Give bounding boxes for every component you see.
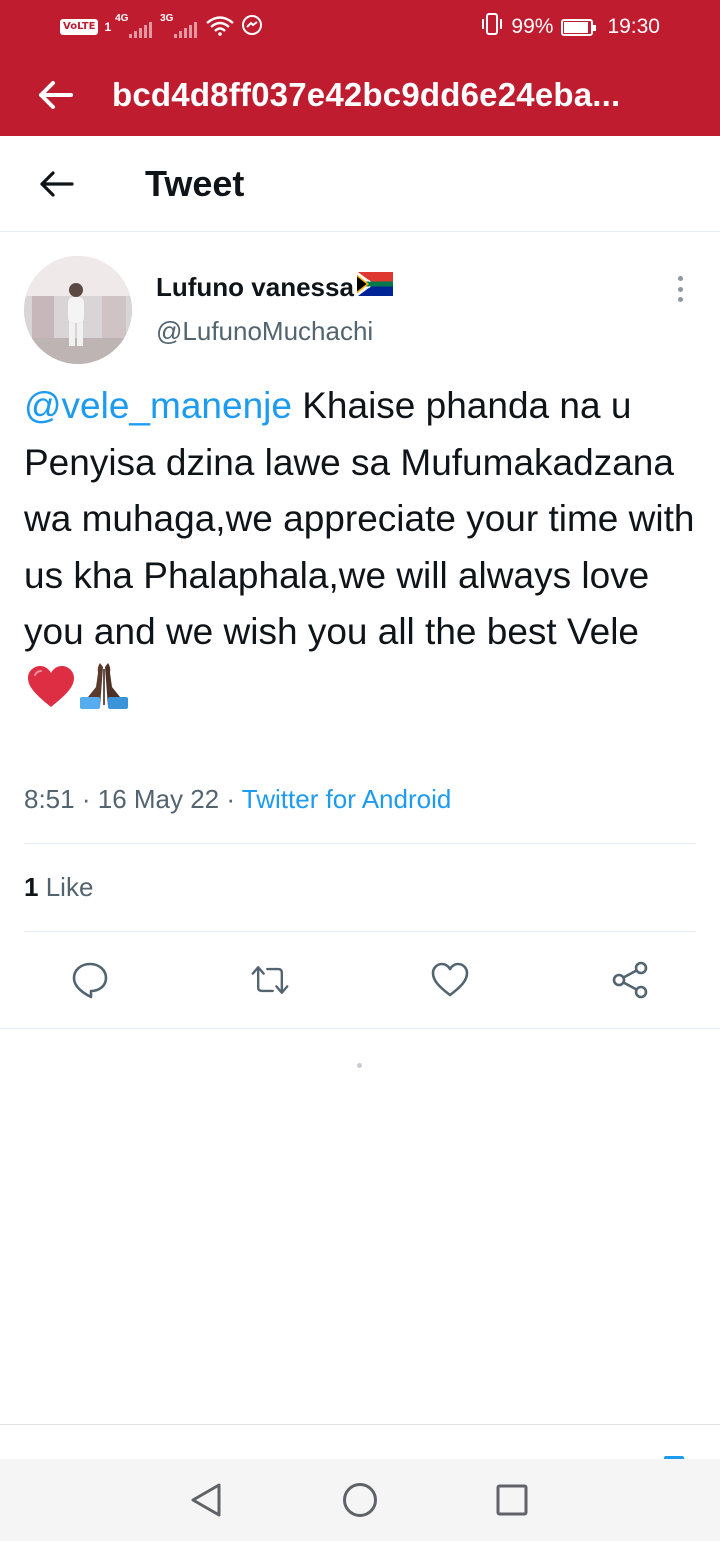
avatar[interactable] [24, 256, 132, 364]
folded-hands-icon [78, 661, 130, 726]
tweet-header: Tweet [0, 136, 720, 232]
retweet-icon [251, 966, 289, 994]
tweet-actions [0, 932, 720, 1028]
nav-recents-button[interactable] [492, 1480, 532, 1520]
tweet-meta: 8:51 · 16 May 22 · Twitter for Android [24, 784, 451, 815]
likes-count: 1 [24, 872, 39, 902]
battery-percent: 99% [511, 15, 554, 38]
divider [0, 1028, 720, 1029]
mention-link[interactable]: @vele_manenje [24, 385, 292, 426]
status-bar-right: 99% 19:30 [481, 12, 660, 42]
separator-dot: · [81, 784, 98, 814]
nav-recents-icon [496, 1484, 528, 1516]
south-africa-flag-icon [356, 271, 393, 303]
more-options-icon[interactable] [668, 272, 692, 306]
page-title: Tweet [145, 162, 245, 204]
tweet-source-link[interactable]: Twitter for Android [242, 784, 452, 814]
status-bar: VoLTE 1 4G 3G 99% 19:30 [0, 0, 720, 54]
battery-icon [561, 18, 597, 36]
divider [24, 843, 696, 844]
clock: 19:30 [607, 15, 660, 38]
user-name[interactable]: Lufuno vanessa [156, 271, 393, 303]
tweet-date: 16 May 22 [97, 784, 220, 814]
wifi-icon [205, 14, 235, 41]
likes-count-link[interactable]: 1 Like [24, 872, 93, 903]
tweet-time: 8:51 [24, 784, 75, 814]
likes-label: Like [45, 872, 94, 902]
sim-number: 1 [104, 20, 112, 34]
arrow-left-icon [39, 81, 73, 109]
red-heart-icon [26, 665, 76, 726]
reply-button[interactable] [70, 960, 110, 1000]
tweet-text: @vele_manenje Khaise phanda na u Penyisa… [24, 378, 700, 726]
status-bar-left: VoLTE 1 4G 3G [60, 13, 263, 41]
nav-back-icon [191, 1483, 221, 1517]
arrow-left-icon [40, 170, 74, 197]
signal-icon-sim2: 3G [160, 13, 198, 38]
browser-back-button[interactable] [0, 54, 112, 136]
system-nav-bar [0, 1459, 720, 1541]
loading-indicator [357, 1063, 362, 1068]
browser-page-title: bcd4d8ff037e42bc9dd6e24eba... [112, 76, 621, 113]
volte-badge: VoLTE [60, 19, 99, 35]
vibrate-icon [481, 12, 503, 42]
retweet-button[interactable] [250, 960, 290, 1000]
divider [0, 1424, 720, 1425]
reply-icon [72, 962, 108, 999]
nav-back-button[interactable] [186, 1480, 226, 1520]
browser-toolbar: bcd4d8ff037e42bc9dd6e24eba... [0, 54, 720, 136]
tweet-back-button[interactable] [0, 136, 112, 232]
separator-dot: · [226, 784, 242, 814]
user-handle[interactable]: @LufunoMuchachi [156, 316, 373, 347]
like-button[interactable] [430, 960, 470, 1000]
nav-home-button[interactable] [340, 1480, 380, 1520]
nav-home-icon [343, 1483, 377, 1517]
browser-chrome: VoLTE 1 4G 3G 99% 19:30 bcd4d8ff037e42bc… [0, 0, 720, 136]
share-icon [612, 961, 648, 999]
messenger-icon [241, 14, 263, 41]
like-icon [431, 962, 469, 997]
share-button[interactable] [610, 960, 650, 1000]
display-name: Lufuno vanessa [156, 272, 354, 302]
signal-icon-sim1: 4G [115, 13, 153, 38]
